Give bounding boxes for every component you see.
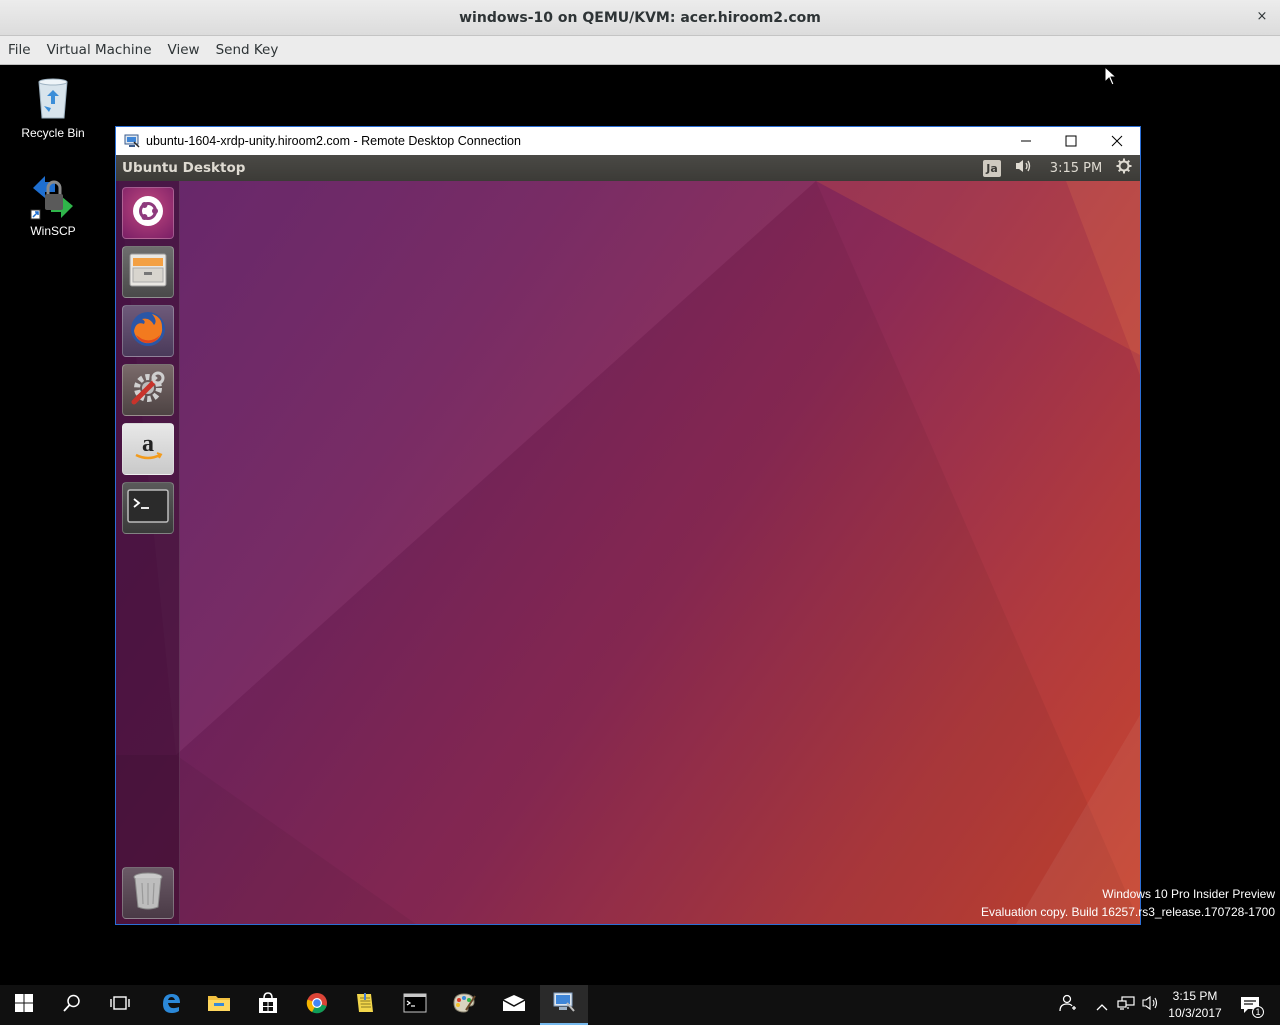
launcher-terminal[interactable]	[122, 482, 174, 534]
chevron-up-icon	[1096, 996, 1108, 1015]
search-button[interactable]	[48, 985, 96, 1025]
search-icon	[63, 994, 81, 1016]
launcher-firefox[interactable]	[122, 305, 174, 357]
taskbar-mail[interactable]	[490, 985, 538, 1025]
network-icon	[1116, 995, 1136, 1015]
trash-icon	[130, 871, 166, 915]
tray-network[interactable]	[1114, 985, 1138, 1025]
watermark-build: Evaluation copy. Build 16257.rs3_release…	[981, 905, 1275, 919]
ubuntu-launcher: a	[116, 181, 180, 924]
amazon-icon: a	[130, 429, 166, 469]
menu-send-key[interactable]: Send Key	[210, 42, 285, 58]
paint-icon	[452, 992, 476, 1018]
winscp-icon	[29, 172, 77, 220]
notification-count-badge: 1	[1252, 1006, 1264, 1018]
session-indicator[interactable]	[1114, 155, 1134, 181]
taskbar-command-prompt[interactable]	[391, 985, 439, 1025]
command-prompt-icon	[403, 993, 427, 1017]
firefox-icon	[128, 309, 168, 353]
ubuntu-wallpaper	[116, 155, 1140, 924]
keyboard-language-indicator[interactable]: Ja	[982, 155, 1002, 181]
host-window-title: windows-10 on QEMU/KVM: acer.hiroom2.com	[459, 9, 821, 26]
people-icon	[1059, 994, 1077, 1016]
taskbar-file-explorer[interactable]	[195, 985, 243, 1025]
menu-view[interactable]: View	[162, 42, 206, 58]
speaker-icon	[1014, 158, 1034, 178]
windows-watermark: Windows 10 Pro Insider Preview Evaluatio…	[981, 885, 1275, 921]
host-close-button[interactable]: ×	[1254, 9, 1270, 25]
menu-file[interactable]: File	[2, 42, 37, 58]
taskbar-paint[interactable]	[440, 985, 488, 1025]
launcher-files[interactable]	[122, 246, 174, 298]
task-view-button[interactable]	[96, 985, 144, 1025]
tray-time: 3:15 PM	[1172, 989, 1218, 1003]
host-titlebar: windows-10 on QEMU/KVM: acer.hiroom2.com…	[0, 0, 1280, 36]
store-icon	[257, 992, 279, 1018]
ubuntu-dash-icon	[131, 194, 165, 232]
edge-icon	[160, 992, 182, 1018]
task-view-icon	[109, 994, 131, 1016]
menu-virtual-machine[interactable]: Virtual Machine	[41, 42, 158, 58]
tray-date: 10/3/2017	[1168, 1006, 1222, 1020]
close-icon	[1111, 132, 1123, 151]
rdp-window: ubuntu-1604-xrdp-unity.hiroom2.com - Rem…	[115, 126, 1141, 925]
notepad-icon	[354, 992, 376, 1018]
rdp-window-title: ubuntu-1604-xrdp-unity.hiroom2.com - Rem…	[146, 134, 521, 148]
ubuntu-desktop[interactable]: Ubuntu Desktop Ja 3:15 PM a	[116, 155, 1140, 924]
maximize-icon	[1065, 132, 1077, 151]
mail-icon	[502, 994, 526, 1016]
desktop-icon-label: WinSCP	[30, 224, 76, 238]
desktop-icon-winscp[interactable]: WinSCP	[13, 172, 93, 238]
gear-icon	[1116, 158, 1132, 178]
launcher-amazon[interactable]: a	[122, 423, 174, 475]
taskbar-store[interactable]	[244, 985, 292, 1025]
tray-clock[interactable]: 3:15 PM 10/3/2017	[1160, 985, 1230, 1025]
ubuntu-top-panel: Ubuntu Desktop Ja 3:15 PM	[116, 155, 1140, 181]
chrome-icon	[306, 992, 328, 1018]
tray-volume[interactable]	[1140, 985, 1162, 1025]
terminal-icon	[127, 489, 169, 527]
tray-action-center[interactable]: 1	[1234, 985, 1266, 1025]
launcher-dash[interactable]	[122, 187, 174, 239]
start-button[interactable]	[0, 985, 48, 1025]
rdp-maximize-button[interactable]	[1048, 127, 1094, 155]
system-settings-icon	[128, 368, 168, 412]
host-menubar: File Virtual Machine View Send Key	[0, 36, 1280, 65]
tray-show-hidden[interactable]	[1092, 985, 1112, 1025]
sound-indicator[interactable]	[1012, 155, 1036, 181]
rdp-minimize-button[interactable]	[1003, 127, 1049, 155]
launcher-system-settings[interactable]	[122, 364, 174, 416]
minimize-icon	[1020, 132, 1032, 151]
recycle-bin-icon	[29, 74, 77, 122]
notifications-icon: 1	[1240, 996, 1264, 1018]
ubuntu-panel-title: Ubuntu Desktop	[122, 160, 246, 176]
tray-people[interactable]	[1056, 985, 1080, 1025]
desktop-icon-recycle-bin[interactable]: Recycle Bin	[13, 74, 93, 140]
taskbar-remote-desktop[interactable]	[540, 985, 588, 1025]
launcher-trash[interactable]	[122, 867, 174, 919]
files-icon	[128, 252, 168, 292]
rdp-close-button[interactable]	[1094, 127, 1140, 155]
rdp-titlebar[interactable]: ubuntu-1604-xrdp-unity.hiroom2.com - Rem…	[116, 127, 1140, 155]
taskbar-chrome[interactable]	[293, 985, 341, 1025]
start-icon	[15, 994, 33, 1016]
remote-desktop-icon	[552, 991, 576, 1017]
taskbar-edge[interactable]	[147, 985, 195, 1025]
rdp-app-icon	[124, 133, 140, 149]
windows-taskbar: 3:15 PM 10/3/2017 1	[0, 985, 1280, 1025]
desktop-icon-label: Recycle Bin	[21, 126, 85, 140]
svg-text:a: a	[142, 431, 154, 457]
file-explorer-icon	[207, 993, 231, 1017]
watermark-edition: Windows 10 Pro Insider Preview	[1102, 887, 1275, 901]
speaker-icon	[1142, 995, 1160, 1015]
ubuntu-clock[interactable]: 3:15 PM	[1046, 155, 1106, 181]
taskbar-notepad[interactable]	[341, 985, 389, 1025]
